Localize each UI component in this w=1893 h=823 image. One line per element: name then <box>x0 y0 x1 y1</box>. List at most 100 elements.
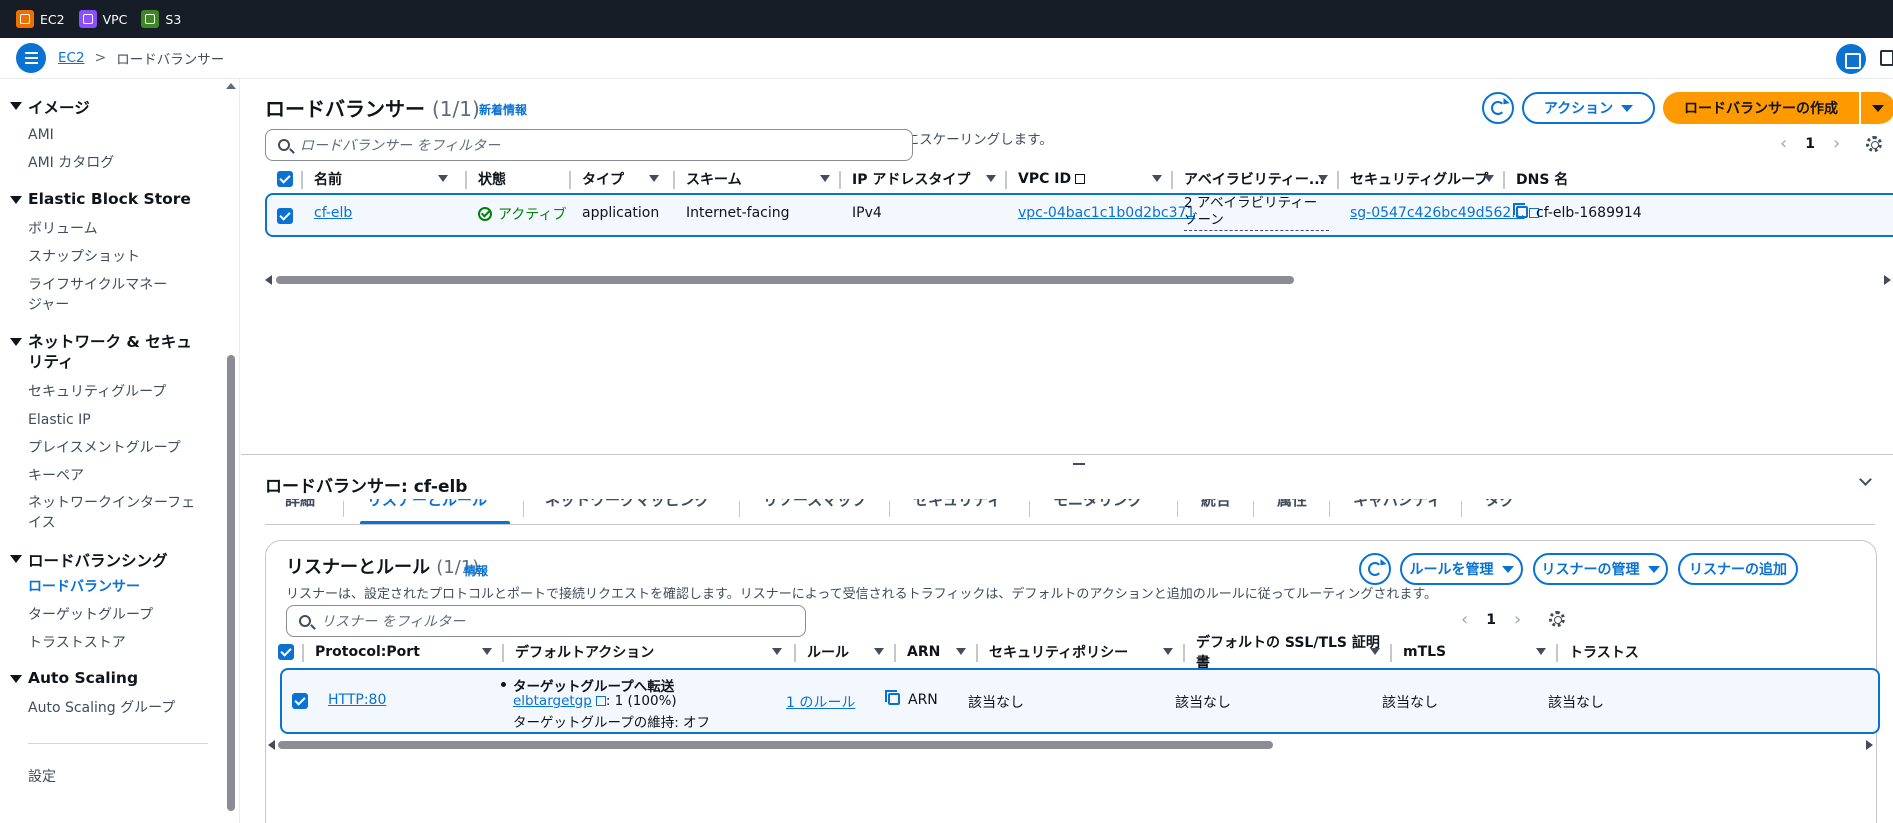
col-type[interactable]: タイプ <box>569 163 673 195</box>
sidebar-scrollbar[interactable] <box>227 355 235 811</box>
lb-availability-zones[interactable]: 2 アベイラビリティーゾーン <box>1184 195 1329 231</box>
col-trust-store[interactable]: トラストス <box>1556 636 1886 668</box>
tab-integrations[interactable]: 統合 <box>1201 499 1231 510</box>
prev-page-icon[interactable]: ‹ <box>1461 609 1468 630</box>
sidebar-item-key-pairs[interactable]: キーペア <box>28 466 84 486</box>
lb-security-group[interactable]: sg-0547c426bc49d562... <box>1350 205 1539 221</box>
listeners-filter-input[interactable]: リスナー をフィルター <box>286 605 806 637</box>
next-page-icon[interactable]: › <box>1833 133 1840 154</box>
feedback-icon[interactable] <box>1880 50 1893 66</box>
col-name[interactable]: 名前 <box>301 163 465 195</box>
tab-details[interactable]: 詳細 <box>285 499 315 510</box>
sidebar-item-placement-groups[interactable]: プレイスメントグループ <box>28 438 181 458</box>
sidebar-item-snapshots[interactable]: スナップショット <box>28 247 140 267</box>
sidebar-item-target-groups[interactable]: ターゲットグループ <box>28 605 153 625</box>
col-availability-zones[interactable]: アベイラビリティー... <box>1171 163 1337 195</box>
copy-icon[interactable] <box>885 690 900 705</box>
scroll-left-arrow[interactable] <box>268 740 275 750</box>
split-panel-icon[interactable] <box>1836 44 1866 74</box>
sidebar-divider <box>28 743 208 744</box>
menu-toggle-button[interactable] <box>16 43 46 73</box>
lb-page-number[interactable]: 1 <box>1805 136 1815 152</box>
tab-listeners-rules[interactable]: リスナーとルール <box>367 499 487 510</box>
sidebar-item-security-groups[interactable]: セキュリティグループ <box>28 382 166 402</box>
sidebar-item-elastic-ip[interactable]: Elastic IP <box>28 410 91 430</box>
scroll-up-arrow[interactable] <box>226 83 236 89</box>
lb-table-header: 名前 状態 タイプ スキーム IP アドレスタイプ VPC ID アベイラビリテ… <box>241 163 1893 195</box>
col-ssl-certificate[interactable]: デフォルトの SSL/TLS 証明書 <box>1183 635 1390 671</box>
listeners-page-number[interactable]: 1 <box>1486 612 1496 628</box>
listeners-refresh-button[interactable] <box>1359 553 1391 585</box>
listener-row-checkbox[interactable] <box>292 693 308 709</box>
col-security-groups[interactable]: セキュリティグループ <box>1337 163 1503 195</box>
favorite-ec2[interactable]: EC2 <box>16 10 65 28</box>
sidebar-item-auto-scaling-groups[interactable]: Auto Scaling グループ <box>28 698 175 718</box>
tab-security[interactable]: セキュリティ <box>913 499 1002 510</box>
tab-monitoring[interactable]: モニタリング <box>1053 499 1143 510</box>
lb-select-all-checkbox[interactable] <box>277 171 293 187</box>
col-state[interactable]: 状態 <box>465 163 569 195</box>
scroll-right-arrow[interactable] <box>1884 275 1891 285</box>
sidebar-section-auto-scaling[interactable]: Auto Scaling <box>10 669 138 687</box>
scroll-left-arrow[interactable] <box>265 275 272 285</box>
sidebar-item-lifecycle-manager[interactable]: ライフサイクルマネージャー <box>28 275 178 315</box>
lb-info-link[interactable]: 新着情報 <box>479 101 527 118</box>
sidebar-section-network-security[interactable]: ネットワーク & セキュリティ <box>10 332 200 372</box>
listeners-info-link[interactable]: 情報 <box>464 562 488 579</box>
col-vpc-id[interactable]: VPC ID <box>1005 163 1171 195</box>
listeners-select-all-checkbox[interactable] <box>278 644 294 660</box>
col-rules[interactable]: ルール <box>794 636 894 668</box>
lb-actions-button[interactable]: アクション <box>1522 92 1655 124</box>
lb-name-link[interactable]: cf-elb <box>314 205 352 221</box>
col-mtls[interactable]: mTLS <box>1390 636 1556 668</box>
sidebar-section-ebs[interactable]: Elastic Block Store <box>10 190 191 208</box>
col-security-policy[interactable]: セキュリティポリシー <box>976 636 1183 668</box>
tab-network-mapping[interactable]: ネットワークマッピング <box>545 499 710 510</box>
listeners-horizontal-scrollbar[interactable] <box>278 741 1273 749</box>
sort-icon <box>482 648 492 655</box>
copy-icon[interactable] <box>1513 203 1528 218</box>
tab-attributes[interactable]: 属性 <box>1277 499 1307 510</box>
sidebar-item-ami-catalog[interactable]: AMI カタログ <box>28 153 114 173</box>
sidebar-item-volumes[interactable]: ボリューム <box>28 219 98 239</box>
sidebar-section-load-balancing[interactable]: ロードバランシング <box>10 549 168 571</box>
scroll-right-arrow[interactable] <box>1866 740 1873 750</box>
create-load-balancer-dropdown[interactable] <box>1861 92 1893 124</box>
col-default-action[interactable]: デフォルトアクション <box>502 636 794 668</box>
tab-tags[interactable]: タグ <box>1485 499 1515 510</box>
sidebar-item-network-interfaces[interactable]: ネットワークインターフェイス <box>28 493 200 533</box>
col-scheme[interactable]: スキーム <box>673 163 839 195</box>
tab-capacity[interactable]: キャパシティ <box>1353 499 1442 510</box>
add-listener-button[interactable]: リスナーの追加 <box>1678 553 1798 585</box>
prev-page-icon[interactable]: ‹ <box>1780 133 1787 154</box>
sidebar-item-ami[interactable]: AMI <box>28 125 54 145</box>
lb-row-checkbox[interactable] <box>277 208 293 224</box>
favorite-vpc[interactable]: VPC <box>78 10 127 28</box>
col-arn[interactable]: ARN <box>894 636 976 668</box>
tab-resource-map[interactable]: リソースマップ <box>763 499 867 510</box>
next-page-icon[interactable]: › <box>1514 609 1521 630</box>
lb-vpc-id-link[interactable]: vpc-04bac1c1b0d2bc371 <box>1018 205 1195 221</box>
lb-refresh-button[interactable] <box>1482 92 1514 124</box>
listener-protocol-port-link[interactable]: HTTP:80 <box>328 692 386 708</box>
favorite-s3[interactable]: S3 <box>141 10 181 28</box>
manage-listeners-button[interactable]: リスナーの管理 <box>1533 553 1668 585</box>
col-protocol-port[interactable]: Protocol:Port <box>302 636 502 668</box>
col-dns-name[interactable]: DNS 名 <box>1503 163 1703 195</box>
resize-handle[interactable] <box>1073 463 1085 465</box>
listeners-table-settings-icon[interactable] <box>1549 611 1565 627</box>
sidebar-item-load-balancers[interactable]: ロードバランサー <box>28 577 140 597</box>
lb-horizontal-scrollbar[interactable] <box>276 276 1294 284</box>
lb-table-settings-icon[interactable] <box>1866 136 1882 152</box>
sidebar-item-settings[interactable]: 設定 <box>28 767 56 787</box>
manage-rules-button[interactable]: ルールを管理 <box>1400 553 1523 585</box>
col-ip-address-type[interactable]: IP アドレスタイプ <box>839 163 1005 195</box>
collapse-chevron-icon[interactable] <box>1859 473 1872 486</box>
create-load-balancer-button[interactable]: ロードバランサーの作成 <box>1663 92 1859 124</box>
listener-arn[interactable]: ARN <box>885 690 938 708</box>
sidebar-section-images[interactable]: イメージ <box>10 96 90 118</box>
lb-filter-box[interactable]: ロードバランサー をフィルター <box>265 129 913 161</box>
breadcrumb-ec2-link[interactable]: EC2 <box>58 50 85 66</box>
listener-rules-link[interactable]: 1 のルール <box>786 692 855 712</box>
sidebar-item-trust-stores[interactable]: トラストストア <box>28 633 126 653</box>
